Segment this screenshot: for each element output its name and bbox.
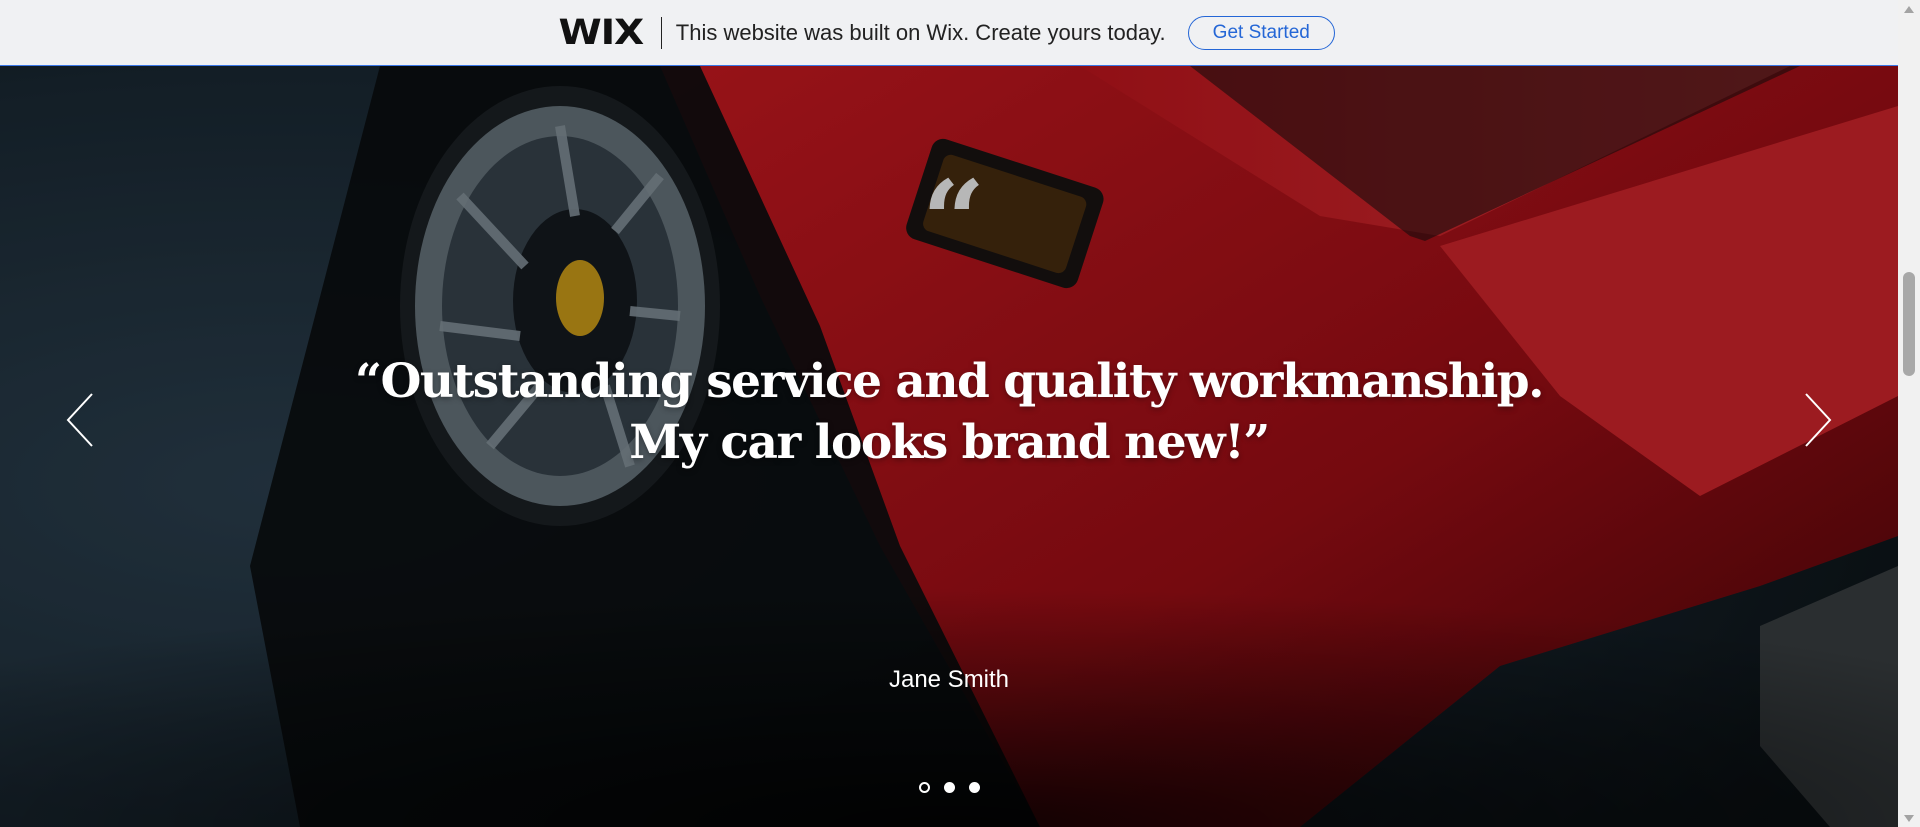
testimonial-author: Jane Smith — [888, 666, 1010, 693]
next-slide-button[interactable] — [1796, 388, 1836, 452]
previous-slide-button[interactable] — [62, 388, 102, 452]
scrollbar-thumb[interactable] — [1903, 272, 1915, 376]
chevron-left-icon — [66, 393, 93, 447]
wix-promo-banner: WIX This website was built on Wix. Creat… — [0, 0, 1898, 66]
banner-message: This website was built on Wix. Create yo… — [675, 19, 1166, 45]
scroll-down-arrow-icon[interactable] — [1898, 809, 1920, 827]
testimonial-line-2: My car looks brand new!” — [629, 415, 1270, 470]
testimonial-quote: “Outstanding service and quality workman… — [300, 351, 1598, 473]
chevron-right-icon — [1805, 393, 1832, 447]
slide-dot-3[interactable] — [968, 782, 980, 793]
page-scrollbar[interactable] — [1898, 0, 1920, 827]
get-started-button[interactable]: Get Started — [1187, 15, 1335, 50]
wix-logo: WIX — [558, 12, 645, 53]
slide-pagination — [0, 782, 1898, 793]
scroll-up-arrow-icon[interactable] — [1898, 0, 1920, 18]
slide-dot-2[interactable] — [943, 782, 955, 793]
slide-dot-1[interactable] — [918, 782, 930, 793]
quote-icon: “ — [922, 156, 986, 285]
banner-divider — [660, 16, 662, 49]
testimonial-slider: “ “Outstanding service and quality workm… — [0, 66, 1898, 827]
testimonial-line-1: “Outstanding service and quality workman… — [354, 354, 1545, 409]
